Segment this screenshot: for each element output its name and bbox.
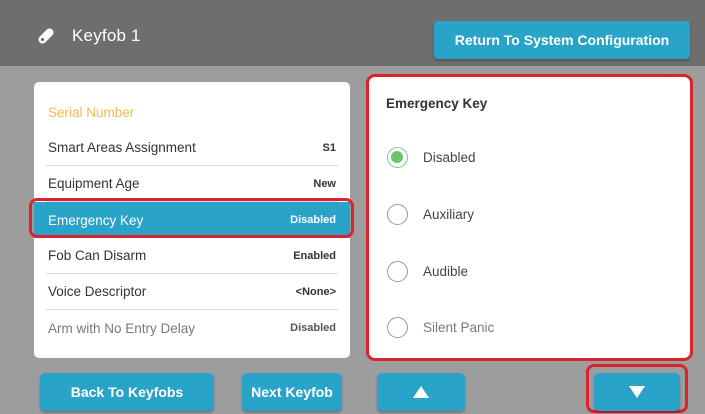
- return-to-system-configuration-button[interactable]: Return To System Configuration: [434, 21, 690, 59]
- list-item-fob-can-disarm[interactable]: Fob Can Disarm Enabled: [46, 238, 338, 274]
- list-item-value: <None>: [295, 285, 336, 298]
- arrow-up-icon: [413, 386, 429, 398]
- list-item-equipment-age[interactable]: Equipment Age New: [46, 166, 338, 202]
- title-group: Keyfob 1: [34, 24, 141, 48]
- radio-unchecked-icon[interactable]: [387, 204, 408, 225]
- options-title: Emergency Key: [386, 96, 488, 111]
- list-item-label: Equipment Age: [48, 176, 140, 191]
- list-item-label: Smart Areas Assignment: [48, 140, 196, 155]
- option-disabled[interactable]: Disabled: [387, 147, 476, 168]
- emergency-key-options-panel: Emergency Key Disabled Auxiliary Audible…: [366, 74, 693, 361]
- list-item-label: Fob Can Disarm: [48, 248, 147, 263]
- scroll-up-button[interactable]: [377, 373, 465, 411]
- list-item-value: S1: [322, 141, 336, 154]
- list-item-value: Enabled: [293, 249, 336, 262]
- option-silent-panic[interactable]: Silent Panic: [387, 317, 494, 338]
- option-label: Disabled: [423, 150, 476, 165]
- option-label: Audible: [423, 264, 469, 279]
- list-item-value: New: [313, 177, 336, 190]
- selection-highlight: [29, 198, 354, 238]
- page-title: Keyfob 1: [72, 26, 141, 45]
- back-to-keyfobs-button[interactable]: Back To Keyfobs: [40, 373, 214, 411]
- radio-unchecked-icon[interactable]: [387, 261, 408, 282]
- option-label: Auxiliary: [423, 207, 475, 222]
- option-audible[interactable]: Audible: [387, 261, 468, 282]
- keyfob-icon: [38, 28, 54, 44]
- list-item-arm-with-no-entry-delay[interactable]: Arm with No Entry Delay Disabled: [46, 310, 338, 346]
- radio-checked-icon[interactable]: [387, 147, 408, 168]
- top-bar: Keyfob 1 Return To System Configuration: [0, 0, 705, 66]
- next-keyfob-button[interactable]: Next Keyfob: [242, 373, 342, 411]
- list-header: Serial Number: [46, 94, 338, 130]
- list-item-label: Voice Descriptor: [48, 284, 147, 299]
- list-item-label: Arm with No Entry Delay: [48, 320, 196, 336]
- scroll-down-button[interactable]: [594, 373, 680, 411]
- option-label: Silent Panic: [423, 320, 495, 335]
- option-auxiliary[interactable]: Auxiliary: [387, 204, 474, 225]
- list-header-label: Serial Number: [48, 104, 135, 120]
- arrow-down-icon: [629, 386, 645, 398]
- list-item-voice-descriptor[interactable]: Voice Descriptor <None>: [46, 274, 338, 310]
- radio-unchecked-icon[interactable]: [387, 317, 408, 338]
- list-item-value: Disabled: [290, 322, 336, 334]
- list-item-smart-areas-assignment[interactable]: Smart Areas Assignment S1: [46, 130, 338, 166]
